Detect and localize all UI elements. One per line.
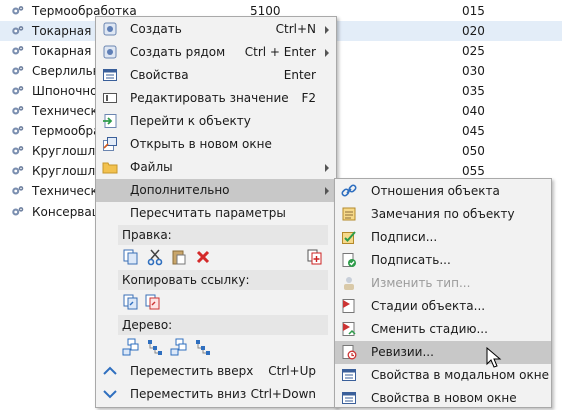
row-code: 015: [462, 4, 485, 18]
gear-icon: [12, 126, 24, 135]
stages-icon: [342, 299, 355, 313]
sign-check-icon: [342, 253, 356, 267]
row-code: 045: [462, 124, 485, 138]
row-code: 020: [462, 24, 485, 38]
change-type-icon: [344, 277, 354, 290]
submenu-item-sign[interactable]: Подписать...: [335, 249, 551, 272]
row-code: 030: [462, 64, 485, 78]
folder-icon: [102, 162, 118, 174]
chevron-right-icon: [325, 187, 329, 195]
collapse-tree-icon[interactable]: [170, 338, 188, 356]
paste-special-icon[interactable]: [306, 248, 324, 266]
section-copy-link-header: Копировать ссылку:: [118, 270, 328, 290]
menu-item-open-new-window[interactable]: Открыть в новом окне: [96, 133, 336, 156]
chevron-right-icon: [325, 164, 329, 172]
row-name: Термообра: [32, 124, 101, 138]
submenu-item-object-notes[interactable]: Замечания по объекту: [335, 203, 551, 226]
row-name: Сверлильн: [32, 64, 101, 78]
submenu-item-change-type[interactable]: Изменить тип...: [335, 272, 551, 295]
mouse-cursor-icon: [486, 347, 502, 368]
submenu-item-object-stages[interactable]: Стадии объекта...: [335, 295, 551, 318]
submenu-item-signatures[interactable]: Подписи...: [335, 226, 551, 249]
note-icon: [342, 207, 356, 221]
gear-icon: [12, 66, 24, 75]
create-near-icon: [103, 45, 117, 59]
menu-item-move-down[interactable]: Переместить вниз Ctrl+Down: [96, 383, 336, 406]
menu-item-files[interactable]: Файлы: [96, 156, 336, 179]
chevron-down-icon: [103, 390, 117, 399]
gear-icon: [12, 86, 24, 95]
submenu-item-object-relations[interactable]: Отношения объекта: [335, 180, 551, 203]
row-code: 035: [462, 84, 485, 98]
menu-item-edit-value[interactable]: Редактировать значение F2: [96, 87, 336, 110]
copy-link-toolbar: [122, 293, 182, 313]
copy-icon[interactable]: [122, 248, 140, 266]
menu-item-create[interactable]: Создать Ctrl+N: [96, 18, 336, 41]
gear-icon: [12, 146, 24, 155]
delete-icon[interactable]: [194, 248, 212, 266]
gear-icon: [12, 106, 24, 115]
create-icon: [103, 22, 117, 36]
gear-icon: [12, 166, 24, 175]
row-code: 040: [462, 104, 485, 118]
menu-item-create-near[interactable]: Создать рядом Ctrl + Enter: [96, 41, 336, 64]
menu-item-go-to-object[interactable]: Перейти к объекту: [96, 110, 336, 133]
window-properties-icon: [342, 392, 356, 404]
row-name: Токарная: [32, 24, 92, 38]
chevron-up-icon: [103, 366, 117, 375]
chevron-right-icon: [325, 26, 329, 34]
tree-level-icon[interactable]: [146, 338, 164, 356]
change-stage-icon: [342, 322, 356, 336]
row-name: Техническ: [32, 104, 98, 118]
gear-icon: [12, 186, 24, 195]
expand-tree-icon[interactable]: [122, 338, 140, 356]
row-name: Шпоночно-: [32, 84, 102, 98]
copy-link-alt-icon[interactable]: [144, 293, 162, 311]
gear-icon: [12, 26, 24, 35]
row-name: Техническ: [32, 184, 98, 198]
submenu-item-revisions[interactable]: Ревизии...: [335, 341, 551, 364]
tree-level-alt-icon[interactable]: [194, 338, 212, 356]
chevron-right-icon: [325, 49, 329, 57]
link-icon: [341, 184, 357, 197]
row-code: 055: [462, 164, 485, 178]
cut-icon[interactable]: [146, 248, 164, 266]
row-code: 050: [462, 144, 485, 158]
gear-icon: [12, 46, 24, 55]
signature-icon: [342, 231, 356, 244]
revisions-icon: [342, 345, 357, 360]
submenu-item-window-properties[interactable]: Свойства в новом окне: [335, 387, 551, 410]
gear-icon: [12, 207, 24, 216]
additional-submenu: Отношения объекта Замечания по объекту П…: [334, 178, 552, 408]
section-tree-header: Дерево:: [118, 315, 328, 335]
open-new-window-icon: [103, 137, 117, 151]
edit-toolbar: [122, 248, 332, 268]
go-to-object-icon: [103, 114, 117, 128]
row-code: 025: [462, 44, 485, 58]
tree-toolbar: [122, 338, 222, 358]
section-edit-header: Правка:: [118, 225, 328, 245]
menu-item-move-up[interactable]: Переместить вверх Ctrl+Up: [96, 360, 336, 383]
submenu-item-change-stage[interactable]: Сменить стадию...: [335, 318, 551, 341]
menu-item-properties[interactable]: Свойства Enter: [96, 64, 336, 87]
properties-icon: [103, 69, 117, 81]
copy-link-icon[interactable]: [122, 293, 140, 311]
menu-item-recalc[interactable]: Пересчитать параметры: [96, 202, 336, 225]
menu-item-additional[interactable]: Дополнительно: [96, 179, 336, 202]
context-menu: Создать Ctrl+N Создать рядом Ctrl + Ente…: [95, 16, 337, 408]
gear-icon: [12, 6, 24, 15]
paste-icon[interactable]: [170, 248, 188, 266]
row-name: Токарная: [32, 44, 92, 58]
submenu-item-modal-properties[interactable]: Свойства в модальном окне: [335, 364, 551, 387]
modal-properties-icon: [342, 369, 356, 381]
edit-value-icon: [103, 93, 117, 103]
